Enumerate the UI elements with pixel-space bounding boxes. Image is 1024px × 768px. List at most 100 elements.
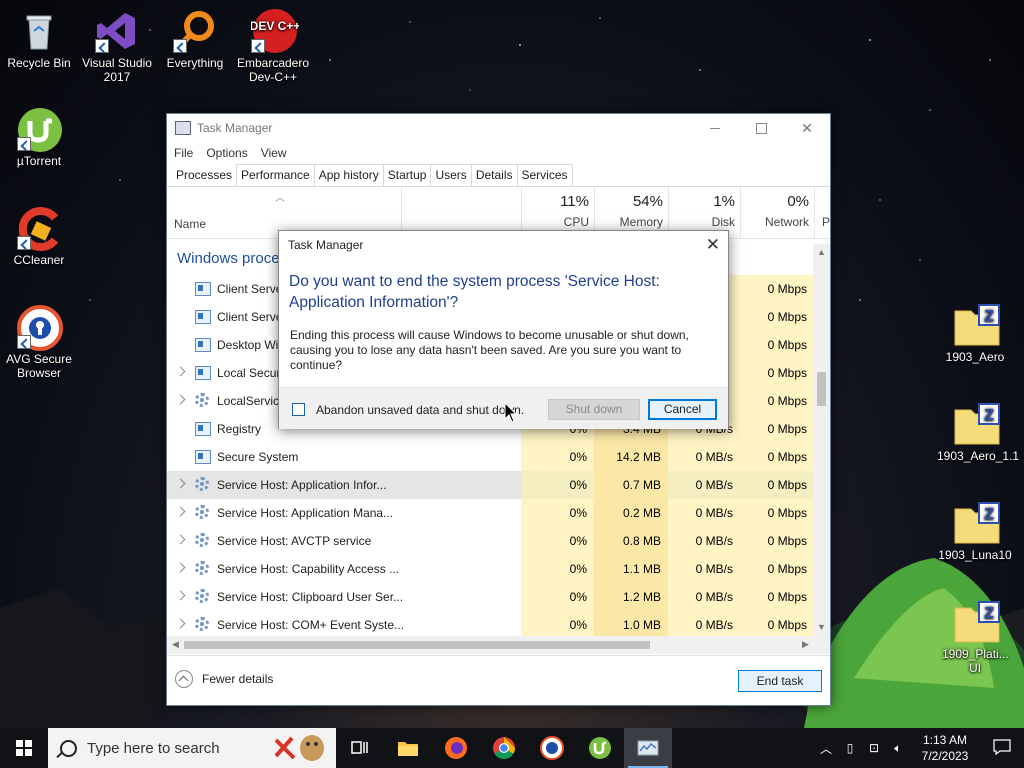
close-button[interactable]: ✕: [784, 114, 830, 142]
process-name: Registry: [217, 422, 262, 436]
taskbar-search-box[interactable]: Type here to search: [48, 728, 336, 768]
shut-down-button[interactable]: Shut down: [548, 399, 640, 420]
abandon-data-checkbox[interactable]: [292, 403, 305, 416]
expand-chevron-icon[interactable]: [175, 506, 186, 517]
expand-chevron-icon[interactable]: [175, 394, 186, 405]
taskbar-utorrent[interactable]: [576, 728, 624, 768]
disk-cell: 0 MB/s: [668, 471, 740, 499]
disk-cell: 0 MB/s: [668, 499, 740, 527]
scroll-left-icon[interactable]: ◀: [167, 636, 184, 653]
service-gear-icon: [195, 393, 209, 407]
process-row[interactable]: Service Host: Application Mana... 0% 0.2 M…: [167, 499, 814, 527]
process-row[interactable]: Service Host: Clipboard User Ser... 0% 1.2…: [167, 583, 814, 611]
column-network[interactable]: 0% Network: [740, 187, 815, 238]
column-name[interactable]: Name: [174, 217, 206, 231]
cancel-button[interactable]: Cancel: [648, 399, 717, 420]
process-row[interactable]: Service Host: AVCTP service 0% 0.8 MB 0 MB/…: [167, 527, 814, 555]
shortcut-arrow-icon: [17, 236, 31, 250]
abandon-data-label[interactable]: Abandon unsaved data and shut down.: [316, 403, 524, 417]
search-placeholder: Type here to search: [87, 739, 220, 757]
tab-strip: Processes Performance App history Startu…: [167, 164, 830, 187]
disk-cell: 0 MB/s: [668, 555, 740, 583]
firefox-icon: [445, 737, 467, 759]
maximize-button[interactable]: [738, 114, 784, 142]
tab-processes[interactable]: Processes: [171, 164, 238, 186]
end-task-button[interactable]: End task: [738, 670, 822, 692]
taskbar-avg-browser[interactable]: [528, 728, 576, 768]
fewer-details-link[interactable]: Fewer details: [175, 670, 273, 688]
scroll-thumb[interactable]: [817, 372, 826, 406]
utorrent-icon: [17, 107, 62, 152]
maximize-icon: [755, 122, 767, 134]
memory-cell: 1.0 MB: [594, 611, 668, 639]
desktop-icon-devcpp[interactable]: DEV C++ Embarcadero Dev-C++: [235, 9, 311, 84]
clock[interactable]: 1:13 AM 7/2/2023: [910, 732, 980, 764]
network-cell: 0 Mbps: [740, 443, 814, 471]
process-row[interactable]: Service Host: COM+ Event Syste... 0% 1.0 M…: [167, 611, 814, 639]
process-row[interactable]: Service Host: Capability Access ... 0% 1.1…: [167, 555, 814, 583]
hscroll-thumb[interactable]: [184, 641, 650, 649]
desktop-icon-visual-studio[interactable]: Visual Studio 2017: [79, 9, 155, 84]
desktop-icon-folder-1909-platinum[interactable]: Z 1909_Plati... UI: [937, 600, 1013, 675]
menu-view[interactable]: View: [261, 146, 287, 160]
tab-users[interactable]: Users: [430, 164, 472, 186]
process-window-icon: [195, 282, 211, 296]
tab-app-history[interactable]: App history: [313, 164, 384, 186]
process-name: Service Host: Capability Access ...: [217, 562, 400, 576]
dialog-title-bar[interactable]: Task Manager ✕: [279, 231, 728, 259]
process-row[interactable]: Secure System 0% 14.2 MB 0 MB/s 0 Mbps: [167, 443, 814, 471]
desktop-icon-folder-1903-aero[interactable]: Z 1903_Aero: [937, 303, 1013, 364]
taskbar-firefox[interactable]: [432, 728, 480, 768]
desktop-icon-avg-browser[interactable]: AVG Secure Browser: [1, 305, 77, 380]
expand-chevron-icon[interactable]: [175, 366, 186, 377]
avg-browser-icon: [540, 736, 564, 760]
desktop-icon-utorrent[interactable]: µTorrent: [1, 107, 77, 168]
volume-muted-icon[interactable]: 🔈︎: [886, 741, 910, 756]
taskbar-task-manager[interactable]: [624, 728, 672, 768]
network-icon[interactable]: ⊡: [862, 741, 886, 755]
expand-chevron-icon[interactable]: [175, 590, 186, 601]
disk-label: Disk: [711, 215, 735, 229]
expand-chevron-icon[interactable]: [175, 618, 186, 629]
network-cell: 0 Mbps: [740, 527, 814, 555]
tab-startup[interactable]: Startup: [382, 164, 432, 186]
taskbar-chrome[interactable]: [480, 728, 528, 768]
menu-options[interactable]: Options: [206, 146, 247, 160]
chevron-up-icon: [175, 670, 193, 688]
desktop-icon-folder-1903-luna10[interactable]: Z 1903_Luna10: [937, 501, 1013, 562]
task-view-button[interactable]: [336, 728, 384, 768]
tab-services[interactable]: Services: [516, 164, 573, 186]
device-icon[interactable]: ▯: [838, 741, 862, 755]
expand-chevron-icon[interactable]: [175, 478, 186, 489]
show-hidden-icons-chevron-icon[interactable]: ︿: [814, 740, 838, 757]
horizontal-scrollbar[interactable]: ◀ ▶: [167, 636, 830, 654]
desktop-icon-folder-1903-aero-1-1[interactable]: Z 1903_Aero_1.1: [937, 402, 1019, 463]
dialog-close-icon[interactable]: ✕: [706, 231, 720, 259]
devcpp-logo-text: DEV C++: [251, 19, 299, 33]
network-label: Network: [764, 215, 809, 229]
vertical-scrollbar[interactable]: ▲ ▼: [813, 244, 830, 636]
utorrent-icon: [589, 737, 611, 759]
shortcut-arrow-icon: [17, 137, 31, 151]
column-power[interactable]: P: [814, 187, 831, 238]
desktop-icon-everything[interactable]: Everything: [157, 9, 233, 70]
scroll-down-icon[interactable]: ▼: [813, 619, 830, 636]
notifications-icon[interactable]: [980, 738, 1024, 758]
scroll-right-icon[interactable]: ▶: [797, 636, 814, 653]
title-bar[interactable]: Task Manager ✕: [167, 114, 830, 142]
scroll-up-icon[interactable]: ▲: [813, 244, 830, 261]
process-row[interactable]: Service Host: Application Infor... 0% 0.7 …: [167, 471, 814, 499]
desktop-icon-recycle-bin[interactable]: Recycle Bin: [1, 9, 77, 70]
disk-percent: 1%: [713, 193, 735, 210]
start-button[interactable]: [0, 728, 48, 768]
desktop-icon-label: Everything: [166, 56, 224, 70]
menu-file[interactable]: File: [174, 146, 193, 160]
expand-chevron-icon[interactable]: [175, 534, 186, 545]
desktop-icon-ccleaner[interactable]: CCleaner: [1, 206, 77, 267]
tab-performance[interactable]: Performance: [236, 164, 315, 186]
expand-chevron-icon[interactable]: [175, 562, 186, 573]
tab-details[interactable]: Details: [470, 164, 518, 186]
taskbar-file-explorer[interactable]: [384, 728, 432, 768]
window-title: Task Manager: [197, 121, 273, 135]
minimize-button[interactable]: [692, 114, 738, 142]
